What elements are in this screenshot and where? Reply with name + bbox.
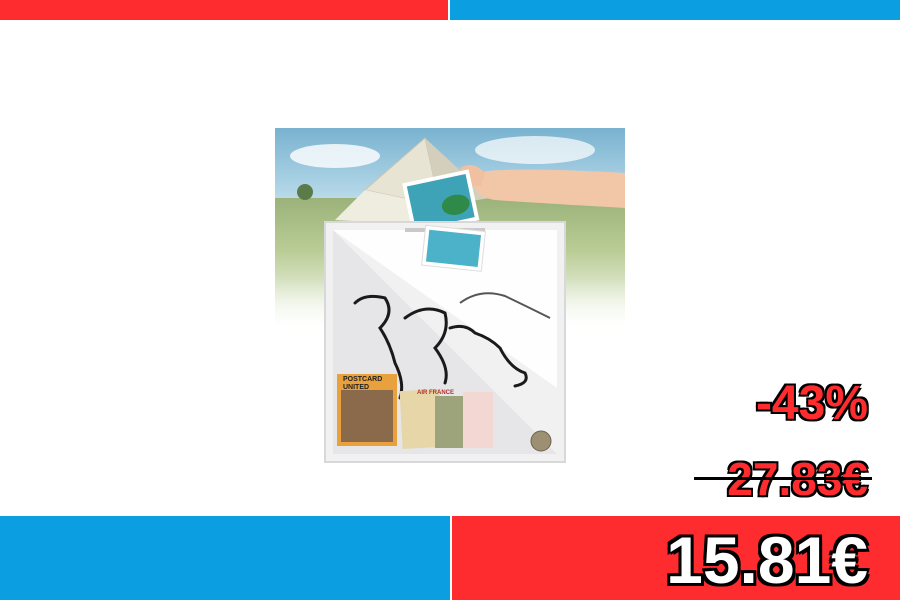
new-price: 15.81€ (666, 523, 868, 597)
top-right-blue-bar (450, 0, 900, 20)
top-left-red-bar (0, 0, 448, 20)
shadow-box-illustration (290, 136, 625, 463)
old-price-strikethrough (694, 477, 872, 480)
hand-icon (460, 164, 625, 208)
shadow-box (324, 221, 566, 463)
ticket-label: AIR FRANCE (417, 390, 454, 396)
discount-percent: -43% (755, 377, 868, 430)
postcard-label: POSTCARD UNITED (343, 376, 383, 391)
product-image: POSTCARD UNITED AIR FRANCE (275, 128, 625, 468)
bottom-left-blue-bar (0, 516, 450, 600)
